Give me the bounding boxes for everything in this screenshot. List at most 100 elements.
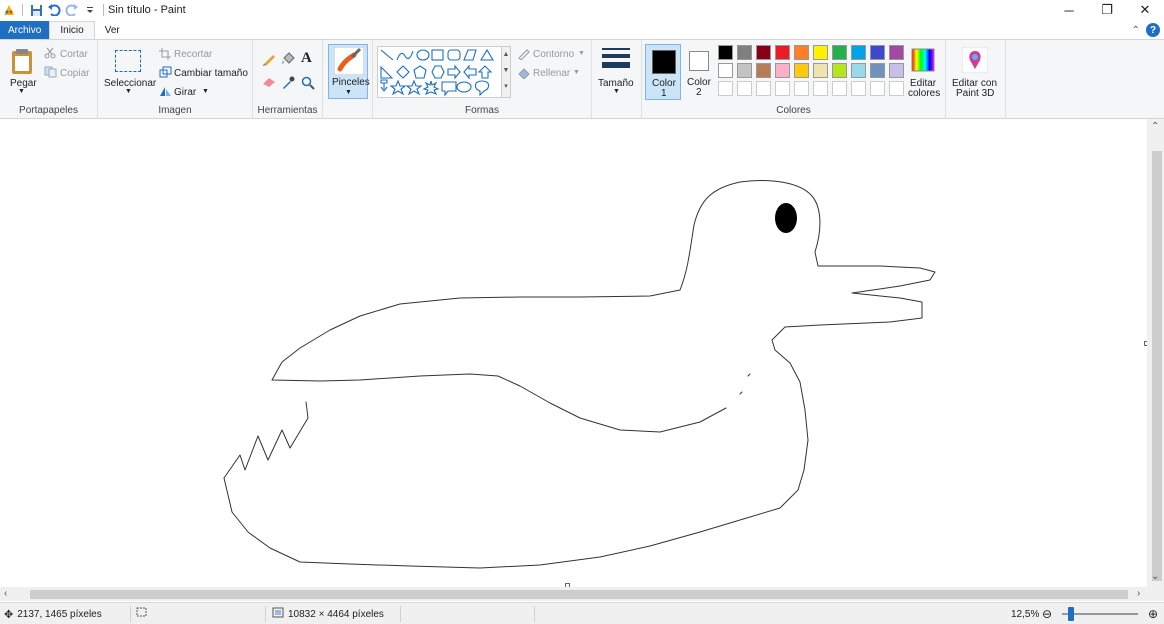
palette-custom-swatch[interactable] bbox=[870, 81, 885, 96]
palette-color-swatch[interactable] bbox=[794, 63, 809, 78]
brushes-dropdown-icon[interactable]: ▼ bbox=[345, 89, 352, 96]
palette-color-swatch[interactable] bbox=[737, 63, 752, 78]
restore-button[interactable]: ❐ bbox=[1088, 0, 1126, 20]
color2-button[interactable]: Color 2 bbox=[683, 44, 715, 100]
cut-icon bbox=[44, 47, 56, 62]
edit-colors-icon[interactable] bbox=[911, 48, 935, 75]
scroll-down-icon[interactable]: ⌄ bbox=[1151, 571, 1159, 582]
palette-color-swatch[interactable] bbox=[832, 45, 847, 60]
size-dropdown-icon[interactable]: ▼ bbox=[613, 88, 620, 95]
paint3d-icon[interactable] bbox=[961, 46, 989, 76]
palette-color-swatch[interactable] bbox=[889, 45, 904, 60]
color1-number: 1 bbox=[661, 88, 667, 99]
zoom-slider-thumb[interactable] bbox=[1068, 607, 1074, 621]
palette-color-swatch[interactable] bbox=[870, 45, 885, 60]
palette-color-swatch[interactable] bbox=[813, 63, 828, 78]
palette-custom-swatch[interactable] bbox=[832, 81, 847, 96]
outline-dropdown-icon[interactable]: ▼ bbox=[578, 50, 585, 57]
palette-color-swatch[interactable] bbox=[718, 45, 733, 60]
fill-dropdown-icon[interactable]: ▼ bbox=[573, 69, 580, 76]
select-icon[interactable] bbox=[115, 50, 141, 72]
palette-color-swatch[interactable] bbox=[889, 63, 904, 78]
zoom-out-icon[interactable]: ⊖ bbox=[1042, 603, 1052, 624]
vertical-scrollbar[interactable]: ⌃ ⌄ bbox=[1147, 119, 1164, 587]
palette-color-swatch[interactable] bbox=[718, 63, 733, 78]
palette-color-swatch[interactable] bbox=[794, 45, 809, 60]
palette-custom-swatch[interactable] bbox=[851, 81, 866, 96]
zoom-in-icon[interactable]: ⊕ bbox=[1148, 603, 1158, 624]
window-controls: ─ ❐ ✕ bbox=[1050, 0, 1164, 20]
redo-icon[interactable] bbox=[65, 3, 79, 17]
palette-custom-swatch[interactable] bbox=[813, 81, 828, 96]
eraser-icon[interactable] bbox=[262, 76, 276, 91]
shapes-scroll[interactable]: ▲ ▼ ▾ bbox=[501, 46, 511, 98]
tab-home[interactable]: Inicio bbox=[49, 21, 95, 39]
brushes-button[interactable]: Pinceles ▼ bbox=[328, 44, 370, 99]
text-tool-icon[interactable]: A bbox=[301, 50, 312, 67]
ribbon-tabs: Archivo Inicio Ver ⌃ ? bbox=[0, 21, 1164, 39]
collapse-ribbon-icon[interactable]: ⌃ bbox=[1132, 25, 1140, 36]
paste-button[interactable] bbox=[10, 47, 34, 78]
palette-custom-swatch[interactable] bbox=[775, 81, 790, 96]
select-dropdown-icon[interactable]: ▼ bbox=[125, 88, 132, 95]
paste-dropdown-icon[interactable]: ▼ bbox=[18, 88, 25, 95]
shapes-gallery[interactable] bbox=[377, 46, 509, 98]
scroll-up-icon[interactable]: ⌃ bbox=[1151, 121, 1159, 132]
tab-view[interactable]: Ver bbox=[95, 21, 130, 39]
crop-button[interactable]: Recortar bbox=[174, 49, 212, 60]
fill-button[interactable]: Rellenar bbox=[533, 68, 570, 79]
palette-custom-swatch[interactable] bbox=[794, 81, 809, 96]
magnifier-icon[interactable] bbox=[301, 76, 315, 93]
close-button[interactable]: ✕ bbox=[1126, 0, 1164, 20]
outline-icon bbox=[517, 48, 530, 63]
horizontal-scroll-thumb[interactable] bbox=[30, 590, 1128, 599]
palette-custom-swatch[interactable] bbox=[889, 81, 904, 96]
palette-color-swatch[interactable] bbox=[832, 63, 847, 78]
palette-color-swatch[interactable] bbox=[851, 45, 866, 60]
palette-color-swatch[interactable] bbox=[870, 63, 885, 78]
resize-icon bbox=[159, 66, 172, 81]
qat-separator-2 bbox=[103, 4, 104, 16]
pencil-icon[interactable] bbox=[262, 52, 276, 69]
palette-color-swatch[interactable] bbox=[851, 63, 866, 78]
size-icon[interactable] bbox=[602, 47, 630, 76]
scroll-left-icon[interactable]: ‹ bbox=[4, 588, 7, 599]
fill-bucket-icon[interactable] bbox=[281, 52, 295, 69]
tab-file[interactable]: Archivo bbox=[0, 21, 50, 39]
copy-button[interactable]: Copiar bbox=[60, 68, 89, 79]
cursor-position-text: 2137, 1465 píxeles bbox=[17, 608, 102, 620]
horizontal-scrollbar[interactable]: ‹ › bbox=[0, 587, 1147, 601]
palette-custom-swatch[interactable] bbox=[737, 81, 752, 96]
customize-qat-icon[interactable] bbox=[83, 3, 97, 17]
crop-icon bbox=[159, 48, 171, 63]
status-separator-2 bbox=[265, 606, 266, 622]
palette-color-swatch[interactable] bbox=[756, 45, 771, 60]
image-size-icon bbox=[272, 607, 284, 621]
rotate-dropdown-icon[interactable]: ▼ bbox=[202, 88, 209, 95]
paint-app-icon[interactable] bbox=[2, 3, 16, 17]
undo-icon[interactable] bbox=[47, 3, 61, 17]
palette-custom-swatch[interactable] bbox=[718, 81, 733, 96]
drawing-canvas[interactable] bbox=[0, 119, 1147, 583]
palette-color-swatch[interactable] bbox=[737, 45, 752, 60]
color-picker-icon[interactable] bbox=[281, 76, 295, 93]
vertical-scroll-thumb[interactable] bbox=[1152, 151, 1162, 581]
palette-color-swatch[interactable] bbox=[756, 63, 771, 78]
rotate-button[interactable]: Girar bbox=[174, 87, 196, 98]
color1-button[interactable]: Color 1 bbox=[645, 44, 681, 100]
palette-custom-swatch[interactable] bbox=[756, 81, 771, 96]
palette-color-swatch[interactable] bbox=[813, 45, 828, 60]
scroll-right-icon[interactable]: › bbox=[1137, 588, 1140, 599]
outline-button[interactable]: Contorno bbox=[533, 49, 574, 60]
color-palette bbox=[718, 45, 908, 101]
palette-color-swatch[interactable] bbox=[775, 63, 790, 78]
help-icon[interactable]: ? bbox=[1146, 23, 1160, 37]
resize-button[interactable]: Cambiar tamaño bbox=[174, 68, 248, 79]
edit-colors-line2[interactable]: colores bbox=[908, 88, 940, 99]
cut-button[interactable]: Cortar bbox=[60, 49, 88, 60]
save-icon[interactable] bbox=[29, 3, 43, 17]
palette-color-swatch[interactable] bbox=[775, 45, 790, 60]
paint3d-line2[interactable]: Paint 3D bbox=[956, 88, 994, 99]
tools-group: A Herramientas bbox=[253, 40, 323, 118]
minimize-button[interactable]: ─ bbox=[1050, 0, 1088, 20]
